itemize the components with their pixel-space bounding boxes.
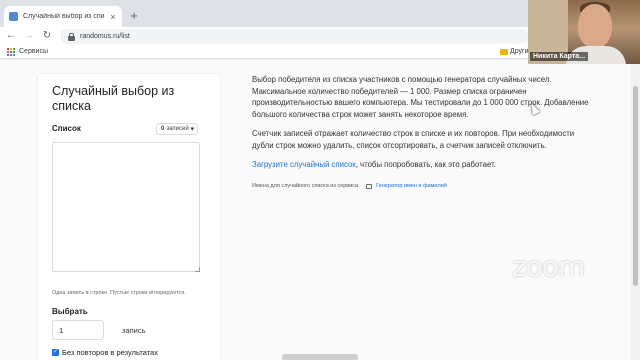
browser-tab[interactable]: Случайный выбор из списка | К × <box>4 6 122 27</box>
page-viewport: Случайный выбор из списка Список 0 запис… <box>0 60 640 360</box>
page-title: Случайный выбор из списка <box>52 84 175 113</box>
description-paragraph: Счетчик записей отражает количество стро… <box>252 129 575 150</box>
participant-name: Никита Карта... <box>530 52 589 61</box>
winners-count-input[interactable]: 1 <box>52 320 104 340</box>
generator-icon <box>366 183 373 189</box>
load-random-list-link[interactable]: Загрузите случайный список <box>252 160 356 169</box>
folder-icon <box>500 49 508 55</box>
description-paragraph: Выбор победителя из списка участников с … <box>252 75 589 119</box>
names-source: Имена для случайного списка из сервиса Г… <box>252 183 447 189</box>
webcam-video: Никита Карта... <box>528 0 640 64</box>
tab-close-icon[interactable]: × <box>109 12 117 22</box>
records-word: записей <box>166 126 189 132</box>
winners-unit: запись <box>122 326 146 335</box>
bookmark-services[interactable]: Сервисы <box>19 48 48 55</box>
records-counter-dropdown[interactable]: 0 записей ▾ <box>156 123 198 135</box>
reload-icon[interactable]: ↻ <box>42 30 52 42</box>
resize-handle-icon[interactable] <box>195 267 200 272</box>
records-count: 0 <box>161 126 165 132</box>
choose-label: Выбрать <box>52 307 88 316</box>
random-list-form: Случайный выбор из списка Список 0 запис… <box>38 74 220 360</box>
url-text: randomus.ru/list <box>80 33 130 40</box>
no-repeat-checkbox[interactable]: ✓ <box>52 349 59 356</box>
chevron-down-icon: ▾ <box>190 126 194 133</box>
tab-title: Случайный выбор из списка | К <box>23 13 105 20</box>
favicon-icon <box>9 12 18 21</box>
list-textarea[interactable] <box>52 142 200 272</box>
description-paragraph: Загрузите случайный список, чтобы попроб… <box>252 159 592 171</box>
names-source-text: Имена для случайного списка из сервиса <box>252 183 359 189</box>
scroll-thumb[interactable] <box>633 86 638 286</box>
new-tab-button[interactable]: + <box>128 9 140 22</box>
list-hint: Одна запись в строке. Пустые строки игно… <box>52 290 186 296</box>
participant-face <box>578 4 612 48</box>
zoom-watermark: zoom <box>512 250 585 283</box>
load-hint-text: , чтобы попробовать, как это работает. <box>355 160 496 169</box>
scrollbar[interactable] <box>631 60 640 360</box>
back-icon[interactable]: ← <box>6 30 16 42</box>
lock-icon <box>68 32 75 41</box>
name-generator-link[interactable]: Генератор имен и фамилий <box>376 183 447 189</box>
description: Выбор победителя из списка участников с … <box>252 74 592 179</box>
screen: { "browser": { "tab_title": "Случайный в… <box>0 0 640 360</box>
no-repeat-label[interactable]: Без повторов в результатах <box>62 348 158 357</box>
address-bar[interactable]: randomus.ru/list <box>60 29 530 44</box>
apps-grid-icon[interactable] <box>7 48 15 56</box>
recording-bar <box>282 354 358 360</box>
forward-icon[interactable]: → <box>24 30 34 42</box>
list-label: Список <box>52 124 81 133</box>
